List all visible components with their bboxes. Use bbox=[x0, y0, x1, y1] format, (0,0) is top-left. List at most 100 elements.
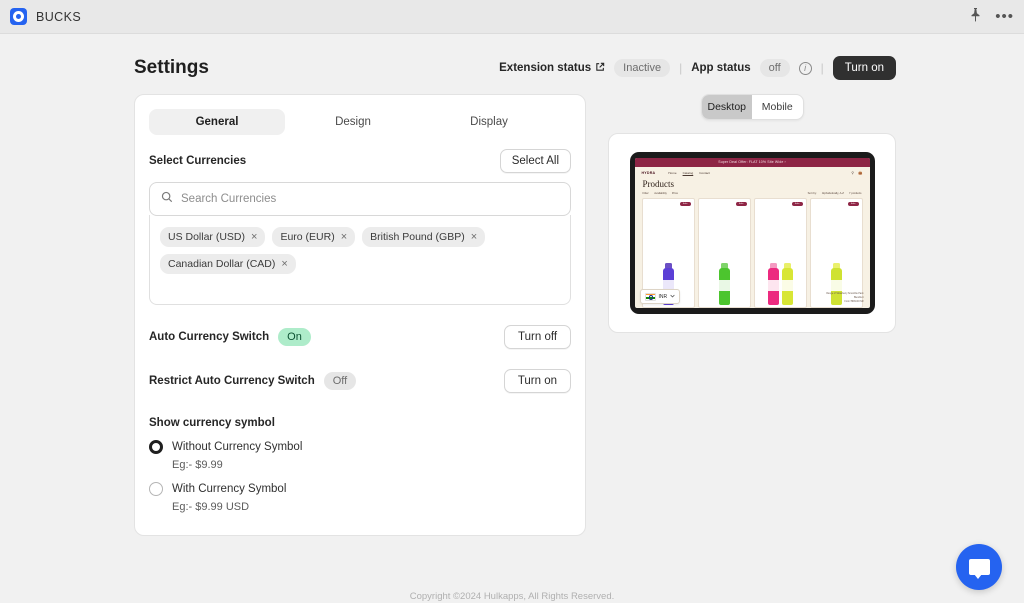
store-logo: HYDRA bbox=[641, 171, 656, 175]
app-status-badge: off bbox=[759, 59, 790, 77]
currency-chip-label: Euro (EUR) bbox=[280, 231, 335, 243]
page-title: Settings bbox=[134, 57, 209, 78]
sale-badge: Sale bbox=[847, 202, 859, 207]
app-logo-icon bbox=[10, 8, 27, 25]
auto-currency-switch-label: Auto Currency Switch bbox=[149, 331, 270, 343]
product-card[interactable]: Sale bbox=[809, 198, 863, 308]
store-page-title: Products bbox=[642, 179, 675, 189]
segment-mobile[interactable]: Mobile bbox=[752, 95, 803, 119]
radio-button-unselected[interactable] bbox=[149, 482, 163, 496]
extension-status-label: Extension status bbox=[499, 62, 605, 75]
store-nav-home[interactable]: Home bbox=[668, 171, 676, 175]
product-image bbox=[767, 263, 794, 305]
remove-chip-icon[interactable]: × bbox=[471, 231, 477, 243]
currency-chip-label: US Dollar (USD) bbox=[168, 231, 246, 243]
store-search-icon[interactable]: ⚲ bbox=[851, 171, 854, 175]
pin-icon[interactable] bbox=[970, 7, 981, 26]
auto-currency-switch-state: On bbox=[278, 328, 311, 346]
tab-design[interactable]: Design bbox=[285, 109, 421, 135]
store-nav-contact[interactable]: Contact bbox=[699, 171, 710, 175]
store-meta-line-2: Blendfect bbox=[853, 296, 864, 299]
select-currencies-header: Select Currencies Select All bbox=[149, 149, 572, 173]
store-sort-label: Sort by: bbox=[807, 192, 817, 195]
currency-chip[interactable]: Euro (EUR) × bbox=[272, 227, 356, 247]
product-image bbox=[718, 263, 731, 305]
select-currencies-label: Select Currencies bbox=[149, 155, 247, 167]
tab-general[interactable]: General bbox=[149, 109, 285, 135]
store-product-count: 7 products bbox=[848, 192, 862, 195]
extension-status-badge: Inactive bbox=[614, 59, 671, 77]
remove-chip-icon[interactable]: × bbox=[341, 231, 347, 243]
radio-button-selected[interactable] bbox=[149, 440, 163, 454]
product-card[interactable]: Sale bbox=[753, 198, 807, 308]
external-link-icon[interactable] bbox=[595, 62, 605, 75]
currency-chip-label: Canadian Dollar (CAD) bbox=[168, 258, 276, 270]
store-cart-icon[interactable]: 👜 bbox=[858, 171, 862, 175]
store-product-meta: Range of Strawberry Smoothie Pack Blendf… bbox=[826, 293, 863, 303]
currency-search-box[interactable] bbox=[149, 182, 572, 216]
store-nav-icons: ⚲ 👜 bbox=[851, 171, 862, 175]
preview-column: Desktop Mobile Super Deal Offer: FLAT 10… bbox=[608, 94, 896, 536]
status-divider-1: | bbox=[679, 61, 683, 75]
store-sort-area: Sort by: Alphabetically, A-Z 7 products bbox=[808, 192, 862, 195]
store-currency-code: INR bbox=[658, 293, 668, 300]
store-filter-bar: Filter: Availability Price Sort by: Alph… bbox=[635, 191, 870, 198]
status-divider-2: | bbox=[820, 61, 824, 75]
info-icon[interactable]: i bbox=[798, 61, 812, 75]
remove-chip-icon[interactable]: × bbox=[281, 258, 287, 270]
status-bar: Extension status Inactive | App status o… bbox=[499, 56, 896, 80]
sale-badge: Sale bbox=[735, 202, 747, 207]
store-navbar: HYDRA Home Catalog Contact ⚲ 👜 bbox=[635, 167, 870, 178]
preview-card: Super Deal Offer: FLAT 10% Site Wide › H… bbox=[608, 133, 896, 333]
app-logo-glyph bbox=[13, 11, 24, 22]
store-nav-links: Home Catalog Contact bbox=[668, 171, 710, 175]
store-banner-text: Super Deal Offer: FLAT 10% Site Wide › bbox=[718, 160, 786, 165]
app-status-label: App status bbox=[691, 62, 751, 74]
bottle-label bbox=[767, 280, 779, 291]
segment-desktop[interactable]: Desktop bbox=[701, 95, 753, 119]
remove-chip-icon[interactable]: × bbox=[251, 231, 257, 243]
store-filter-availability[interactable]: Availability bbox=[654, 192, 667, 195]
turn-on-button[interactable]: Turn on bbox=[832, 56, 896, 80]
bottle-label bbox=[718, 280, 730, 291]
currency-chip[interactable]: Canadian Dollar (CAD) × bbox=[160, 254, 296, 274]
currency-chip[interactable]: US Dollar (USD) × bbox=[160, 227, 266, 247]
radio-without-currency-symbol[interactable]: Without Currency Symbol bbox=[149, 440, 571, 454]
radio-label: With Currency Symbol bbox=[172, 483, 287, 495]
chat-support-button[interactable] bbox=[956, 544, 1002, 590]
bottle-label bbox=[830, 280, 842, 291]
sale-badge: Sale bbox=[679, 202, 691, 207]
radio-example-without: Eg:- $9.99 bbox=[172, 459, 223, 471]
top-app-bar: BUCKS ••• bbox=[0, 0, 1024, 34]
store-nav-catalog[interactable]: Catalog bbox=[683, 171, 694, 175]
store-sort-value[interactable]: Alphabetically, A-Z bbox=[822, 192, 844, 195]
auto-currency-switch-button[interactable]: Turn off bbox=[504, 325, 572, 349]
selected-currencies-area: US Dollar (USD) × Euro (EUR) × British P… bbox=[149, 215, 572, 305]
radio-with-currency-symbol[interactable]: With Currency Symbol bbox=[149, 482, 571, 496]
select-all-button[interactable]: Select All bbox=[499, 149, 572, 173]
search-icon bbox=[161, 190, 173, 208]
chevron-down-icon bbox=[670, 294, 675, 299]
product-card[interactable]: Sale bbox=[697, 198, 751, 308]
currency-search-input[interactable] bbox=[181, 193, 560, 205]
more-options-icon[interactable]: ••• bbox=[995, 9, 1014, 24]
device-segmented-control: Desktop Mobile bbox=[700, 94, 804, 120]
store-filter-label: Filter: bbox=[642, 192, 650, 195]
desktop-device-frame: Super Deal Offer: FLAT 10% Site Wide › H… bbox=[629, 152, 875, 314]
settings-tabs: General Design Display bbox=[149, 109, 571, 135]
main-columns: General Design Display Select Currencies… bbox=[0, 80, 1024, 536]
store-filter-price[interactable]: Price bbox=[672, 192, 678, 195]
auto-currency-switch-row: Auto Currency Switch On Turn off bbox=[149, 325, 572, 349]
extension-status-text: Extension status bbox=[499, 62, 592, 74]
currency-chip[interactable]: British Pound (GBP) × bbox=[362, 227, 486, 247]
app-name: BUCKS bbox=[36, 9, 82, 24]
currency-chip-label: British Pound (GBP) bbox=[370, 231, 465, 243]
store-currency-selector[interactable]: INR bbox=[639, 289, 681, 304]
store-promo-banner: Super Deal Offer: FLAT 10% Site Wide › bbox=[634, 158, 870, 167]
restrict-auto-currency-switch-row: Restrict Auto Currency Switch Off Turn o… bbox=[149, 369, 572, 393]
restrict-auto-currency-switch-button[interactable]: Turn on bbox=[503, 369, 572, 393]
page-body: Settings Extension status Inactive | App… bbox=[0, 34, 1024, 603]
product-image-left bbox=[767, 263, 780, 305]
show-currency-symbol-heading: Show currency symbol bbox=[149, 417, 275, 429]
tab-display[interactable]: Display bbox=[421, 109, 557, 135]
